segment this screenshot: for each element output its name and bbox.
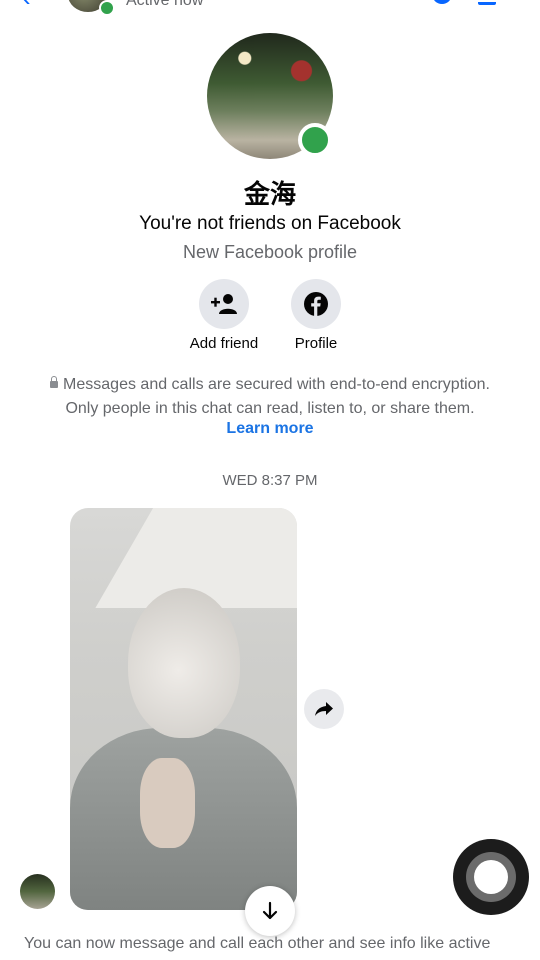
facebook-icon [304,292,328,317]
lock-icon [50,376,59,388]
profile-subtitle: New Facebook profile [182,242,358,262]
share-arrow-icon [315,702,333,716]
header-status: Active now [126,0,204,9]
assistive-touch-button[interactable] [453,839,529,915]
add-friend-button[interactable] [199,279,249,329]
learn-more-link[interactable]: Learn more [0,420,540,438]
video-message[interactable] [70,508,297,910]
back-icon[interactable]: ‹ [22,0,44,10]
profile-online-dot [298,123,332,157]
encryption-notice: Messages and calls are secured with end-… [0,373,540,421]
scroll-to-bottom-button[interactable] [245,886,295,936]
online-status-dot [99,0,115,16]
encryption-line-1: Messages and calls are secured with end-… [63,376,490,393]
message-timestamp: WED 8:37 PM [222,472,318,489]
connection-info-text: You can now message and call each other … [24,935,491,952]
encryption-line-2: Only people in this chat can read, liste… [65,400,475,417]
add-friend-label: Add friend [189,335,259,352]
profile-label: Profile [294,335,338,352]
profile-name: 金海 [243,180,296,210]
video-call-icon[interactable] [478,0,496,5]
video-person-head [128,588,240,738]
profile-button[interactable] [291,279,341,329]
sender-avatar[interactable] [20,874,55,909]
arrow-down-icon [262,901,278,920]
add-person-icon [211,294,237,314]
relationship-status: You're not friends on Facebook [139,213,401,234]
share-button[interactable] [304,689,344,729]
video-person-hand [140,758,195,848]
call-icon[interactable] [432,0,452,4]
